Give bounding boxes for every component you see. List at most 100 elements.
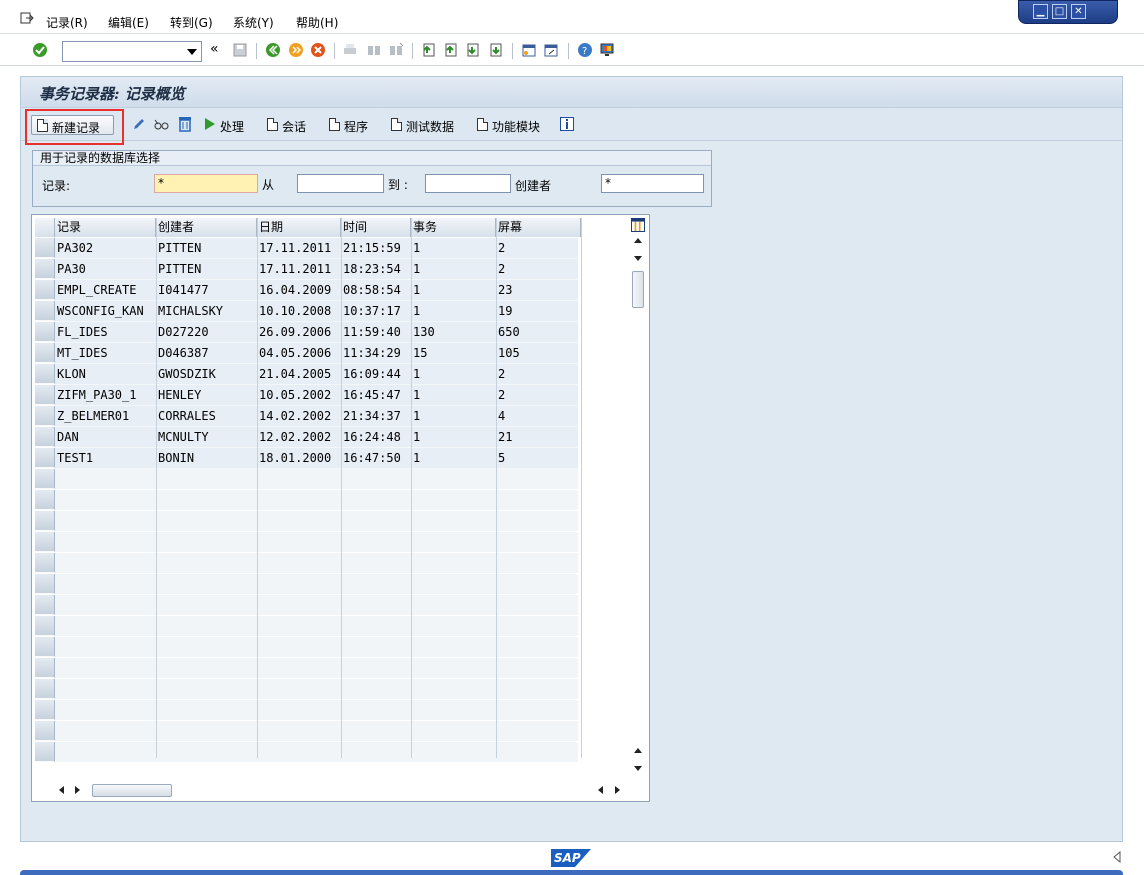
function-module-button[interactable]: 功能模块 bbox=[492, 118, 540, 135]
scroll-down-icon[interactable] bbox=[634, 256, 642, 261]
row-selector[interactable] bbox=[35, 511, 55, 531]
row-selector[interactable] bbox=[35, 448, 55, 468]
horizontal-scrollbar[interactable] bbox=[55, 781, 630, 799]
column-header-creator[interactable]: 创建者 bbox=[156, 218, 257, 237]
status-toggle-icon[interactable] bbox=[1112, 851, 1122, 863]
row-selector[interactable] bbox=[35, 700, 55, 720]
column-header-date[interactable]: 日期 bbox=[257, 218, 341, 237]
find-icon[interactable] bbox=[366, 42, 382, 58]
row-selector[interactable] bbox=[35, 322, 55, 342]
column-header-transaction[interactable]: 事务 bbox=[411, 218, 496, 237]
print-icon[interactable] bbox=[342, 42, 358, 58]
menu-goto[interactable]: 转到(G) bbox=[170, 14, 213, 31]
empty-row bbox=[55, 616, 578, 637]
exit-icon[interactable] bbox=[288, 42, 304, 58]
cancel-icon[interactable] bbox=[310, 42, 326, 58]
next-page-icon[interactable] bbox=[465, 42, 481, 58]
program-button[interactable]: 程序 bbox=[344, 118, 368, 135]
vertical-scrollbar[interactable] bbox=[630, 235, 646, 778]
row-selector[interactable] bbox=[35, 658, 55, 678]
execute-icon[interactable] bbox=[204, 117, 216, 131]
row-selector[interactable] bbox=[35, 301, 55, 321]
close-button[interactable]: ✕ bbox=[1071, 4, 1086, 19]
from-label: 从 bbox=[262, 178, 275, 192]
pencil-icon[interactable] bbox=[131, 116, 147, 132]
scroll-right-icon[interactable] bbox=[75, 786, 80, 794]
nav-back-icon[interactable]: « bbox=[210, 41, 219, 57]
scroll-up-icon[interactable] bbox=[634, 238, 642, 243]
first-page-icon[interactable] bbox=[421, 42, 437, 58]
row-selector[interactable] bbox=[35, 343, 55, 363]
row-selector[interactable] bbox=[35, 238, 55, 258]
row-selector[interactable] bbox=[35, 406, 55, 426]
glasses-icon[interactable] bbox=[153, 116, 169, 132]
record-field[interactable]: * bbox=[154, 174, 258, 193]
row-selector[interactable] bbox=[35, 742, 55, 762]
enter-icon[interactable] bbox=[32, 42, 48, 58]
table-settings-icon[interactable] bbox=[631, 218, 645, 232]
cell-time: 16:24:48 bbox=[343, 430, 401, 444]
back-icon[interactable] bbox=[265, 42, 281, 58]
column-header-record[interactable]: 记录 bbox=[55, 218, 156, 237]
to-field[interactable] bbox=[425, 174, 511, 193]
last-page-icon[interactable] bbox=[488, 42, 504, 58]
command-field[interactable] bbox=[62, 41, 202, 62]
process-button[interactable]: 处理 bbox=[220, 118, 244, 135]
row-selector[interactable] bbox=[35, 553, 55, 573]
row-selector[interactable] bbox=[35, 364, 55, 384]
session-button[interactable]: 会话 bbox=[282, 118, 306, 135]
new-session-icon[interactable] bbox=[521, 42, 537, 58]
maximize-button[interactable]: □ bbox=[1052, 4, 1067, 19]
minimize-button[interactable]: ▁ bbox=[1033, 4, 1048, 19]
cell-record: ZIFM_PA30_1 bbox=[57, 388, 137, 402]
column-header-time[interactable]: 时间 bbox=[341, 218, 411, 237]
menu-help[interactable]: 帮助(H) bbox=[296, 14, 338, 31]
info-icon[interactable] bbox=[560, 117, 574, 131]
save-icon[interactable] bbox=[232, 42, 248, 58]
menu-record[interactable]: 记录(R) bbox=[46, 14, 88, 31]
horizontal-scroll-thumb[interactable] bbox=[92, 784, 172, 797]
row-selector[interactable] bbox=[35, 721, 55, 741]
row-selector[interactable] bbox=[35, 574, 55, 594]
menu-entry-icon[interactable] bbox=[20, 12, 34, 24]
trash-icon[interactable] bbox=[177, 115, 193, 132]
empty-row bbox=[55, 532, 578, 553]
menu-edit[interactable]: 编辑(E) bbox=[108, 14, 149, 31]
customize-layout-icon[interactable] bbox=[599, 42, 615, 58]
find-next-icon[interactable] bbox=[388, 42, 404, 58]
row-selector[interactable] bbox=[35, 259, 55, 279]
creator-field[interactable]: * bbox=[601, 174, 704, 193]
row-selector[interactable] bbox=[35, 637, 55, 657]
row-selector[interactable] bbox=[35, 385, 55, 405]
cell-date: 14.02.2002 bbox=[259, 409, 332, 423]
column-divider bbox=[496, 218, 497, 758]
row-selector[interactable] bbox=[35, 532, 55, 552]
chevron-down-icon[interactable] bbox=[187, 49, 197, 55]
shortcut-icon[interactable] bbox=[543, 42, 559, 58]
row-selector[interactable] bbox=[35, 427, 55, 447]
menu-system[interactable]: 系统(Y) bbox=[233, 14, 274, 31]
scroll-thumb[interactable] bbox=[632, 271, 644, 308]
scroll-right-icon[interactable] bbox=[615, 786, 620, 794]
row-selector[interactable] bbox=[35, 280, 55, 300]
cell-date: 12.02.2002 bbox=[259, 430, 332, 444]
sap-logo: SAP bbox=[551, 849, 591, 867]
cell-time: 21:34:37 bbox=[343, 409, 401, 423]
scroll-up-icon[interactable] bbox=[634, 748, 642, 753]
row-selector[interactable] bbox=[35, 490, 55, 510]
select-all-header[interactable] bbox=[35, 218, 55, 237]
row-selector[interactable] bbox=[35, 679, 55, 699]
scroll-down-icon[interactable] bbox=[634, 766, 642, 771]
row-selector[interactable] bbox=[35, 616, 55, 636]
column-header-screen[interactable]: 屏幕 bbox=[496, 218, 581, 237]
help-icon[interactable]: ? bbox=[577, 42, 593, 58]
from-field[interactable] bbox=[297, 174, 384, 193]
cell-creator: D046387 bbox=[158, 346, 209, 360]
previous-page-icon[interactable] bbox=[443, 42, 459, 58]
test-data-button[interactable]: 测试数据 bbox=[406, 118, 454, 135]
scroll-left-icon[interactable] bbox=[598, 786, 603, 794]
row-selector[interactable] bbox=[35, 595, 55, 615]
row-selector[interactable] bbox=[35, 469, 55, 489]
cell-screen: 23 bbox=[498, 283, 513, 297]
scroll-left-icon[interactable] bbox=[59, 786, 64, 794]
